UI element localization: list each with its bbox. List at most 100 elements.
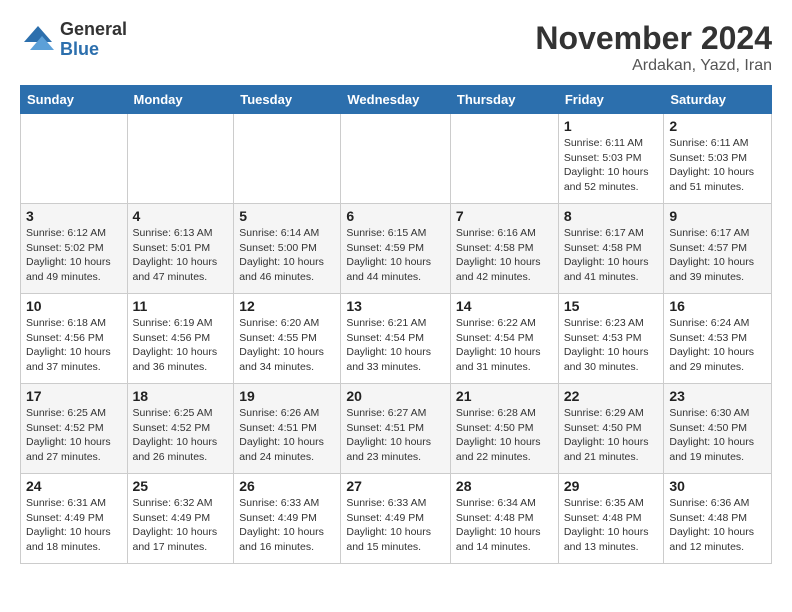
day-number: 14 xyxy=(456,298,553,314)
location: Ardakan, Yazd, Iran xyxy=(535,57,772,75)
calendar-day-cell xyxy=(127,114,234,204)
weekday-header: Sunday xyxy=(21,86,128,114)
calendar-day-cell: 25Sunrise: 6:32 AMSunset: 4:49 PMDayligh… xyxy=(127,474,234,564)
day-number: 30 xyxy=(669,478,766,494)
day-number: 15 xyxy=(564,298,659,314)
logo-blue: Blue xyxy=(60,40,127,60)
day-number: 10 xyxy=(26,298,122,314)
day-info: Sunrise: 6:33 AMSunset: 4:49 PMDaylight:… xyxy=(239,496,335,555)
day-info: Sunrise: 6:36 AMSunset: 4:48 PMDaylight:… xyxy=(669,496,766,555)
day-info: Sunrise: 6:11 AMSunset: 5:03 PMDaylight:… xyxy=(669,136,766,195)
calendar-day-cell: 30 Sunrise: 6:36 AMSunset: 4:48 PMDayligh… xyxy=(664,474,772,564)
day-info: Sunrise: 6:34 AMSunset: 4:48 PMDaylight:… xyxy=(456,496,553,555)
calendar-week-row: 3 Sunrise: 6:12 AMSunset: 5:02 PMDaylight… xyxy=(21,204,772,294)
day-number: 19 xyxy=(239,388,335,404)
day-info: Sunrise: 6:13 AMSunset: 5:01 PMDaylight:… xyxy=(133,226,229,285)
logo: General Blue xyxy=(20,20,127,60)
calendar-day-cell: 2 Sunrise: 6:11 AMSunset: 5:03 PMDaylight… xyxy=(664,114,772,204)
day-info: Sunrise: 6:26 AMSunset: 4:51 PMDaylight:… xyxy=(239,406,335,465)
day-info: Sunrise: 6:11 AMSunset: 5:03 PMDaylight:… xyxy=(564,136,659,195)
calendar-header-row: SundayMondayTuesdayWednesdayThursdayFrid… xyxy=(21,86,772,114)
day-info: Sunrise: 6:14 AMSunset: 5:00 PMDaylight:… xyxy=(239,226,335,285)
day-number: 25 xyxy=(133,478,229,494)
calendar-day-cell: 8 Sunrise: 6:17 AMSunset: 4:58 PMDaylight… xyxy=(558,204,664,294)
day-number: 29 xyxy=(564,478,659,494)
calendar-day-cell xyxy=(21,114,128,204)
calendar-day-cell: 17 Sunrise: 6:25 AMSunset: 4:52 PMDayligh… xyxy=(21,384,128,474)
day-info: Sunrise: 6:16 AMSunset: 4:58 PMDaylight:… xyxy=(456,226,553,285)
day-number: 3 xyxy=(26,208,122,224)
calendar-day-cell: 24Sunrise: 6:31 AMSunset: 4:49 PMDayligh… xyxy=(21,474,128,564)
day-info: Sunrise: 6:18 AMSunset: 4:56 PMDaylight:… xyxy=(26,316,122,375)
day-number: 5 xyxy=(239,208,335,224)
day-number: 7 xyxy=(456,208,553,224)
calendar-day-cell: 22 Sunrise: 6:29 AMSunset: 4:50 PMDayligh… xyxy=(558,384,664,474)
day-number: 28 xyxy=(456,478,553,494)
day-number: 2 xyxy=(669,118,766,134)
calendar-week-row: 17 Sunrise: 6:25 AMSunset: 4:52 PMDayligh… xyxy=(21,384,772,474)
day-number: 22 xyxy=(564,388,659,404)
calendar-day-cell: 19 Sunrise: 6:26 AMSunset: 4:51 PMDayligh… xyxy=(234,384,341,474)
day-number: 21 xyxy=(456,388,553,404)
day-number: 26 xyxy=(239,478,335,494)
weekday-header: Saturday xyxy=(664,86,772,114)
day-info: Sunrise: 6:28 AMSunset: 4:50 PMDaylight:… xyxy=(456,406,553,465)
logo-icon xyxy=(20,22,56,58)
day-number: 18 xyxy=(133,388,229,404)
calendar-day-cell: 6 Sunrise: 6:15 AMSunset: 4:59 PMDaylight… xyxy=(341,204,451,294)
calendar-day-cell: 28 Sunrise: 6:34 AMSunset: 4:48 PMDayligh… xyxy=(450,474,558,564)
calendar-day-cell xyxy=(450,114,558,204)
day-number: 12 xyxy=(239,298,335,314)
weekday-header: Tuesday xyxy=(234,86,341,114)
calendar-day-cell: 12 Sunrise: 6:20 AMSunset: 4:55 PMDayligh… xyxy=(234,294,341,384)
logo-general: General xyxy=(60,20,127,40)
calendar-day-cell xyxy=(341,114,451,204)
day-info: Sunrise: 6:12 AMSunset: 5:02 PMDaylight:… xyxy=(26,226,122,285)
day-info: Sunrise: 6:29 AMSunset: 4:50 PMDaylight:… xyxy=(564,406,659,465)
day-number: 8 xyxy=(564,208,659,224)
day-info: Sunrise: 6:35 AMSunset: 4:48 PMDaylight:… xyxy=(564,496,659,555)
day-info: Sunrise: 6:17 AMSunset: 4:58 PMDaylight:… xyxy=(564,226,659,285)
day-number: 1 xyxy=(564,118,659,134)
calendar-day-cell: 4 Sunrise: 6:13 AMSunset: 5:01 PMDaylight… xyxy=(127,204,234,294)
day-info: Sunrise: 6:15 AMSunset: 4:59 PMDaylight:… xyxy=(346,226,445,285)
day-info: Sunrise: 6:23 AMSunset: 4:53 PMDaylight:… xyxy=(564,316,659,375)
weekday-header: Friday xyxy=(558,86,664,114)
day-info: Sunrise: 6:25 AMSunset: 4:52 PMDaylight:… xyxy=(26,406,122,465)
day-number: 16 xyxy=(669,298,766,314)
calendar-day-cell xyxy=(234,114,341,204)
day-info: Sunrise: 6:19 AMSunset: 4:56 PMDaylight:… xyxy=(133,316,229,375)
calendar-day-cell: 10 Sunrise: 6:18 AMSunset: 4:56 PMDayligh… xyxy=(21,294,128,384)
day-number: 11 xyxy=(133,298,229,314)
month-title: November 2024 xyxy=(535,20,772,57)
day-info: Sunrise: 6:17 AMSunset: 4:57 PMDaylight:… xyxy=(669,226,766,285)
calendar-day-cell: 18Sunrise: 6:25 AMSunset: 4:52 PMDayligh… xyxy=(127,384,234,474)
day-info: Sunrise: 6:27 AMSunset: 4:51 PMDaylight:… xyxy=(346,406,445,465)
calendar-week-row: 1 Sunrise: 6:11 AMSunset: 5:03 PMDaylight… xyxy=(21,114,772,204)
title-block: November 2024 Ardakan, Yazd, Iran xyxy=(535,20,772,75)
day-number: 17 xyxy=(26,388,122,404)
calendar-body: 1 Sunrise: 6:11 AMSunset: 5:03 PMDaylight… xyxy=(21,114,772,564)
calendar-day-cell: 16Sunrise: 6:24 AMSunset: 4:53 PMDayligh… xyxy=(664,294,772,384)
calendar-day-cell: 23Sunrise: 6:30 AMSunset: 4:50 PMDayligh… xyxy=(664,384,772,474)
logo-text: General Blue xyxy=(60,20,127,60)
day-number: 4 xyxy=(133,208,229,224)
calendar-day-cell: 5 Sunrise: 6:14 AMSunset: 5:00 PMDaylight… xyxy=(234,204,341,294)
calendar-day-cell: 27 Sunrise: 6:33 AMSunset: 4:49 PMDayligh… xyxy=(341,474,451,564)
day-info: Sunrise: 6:20 AMSunset: 4:55 PMDaylight:… xyxy=(239,316,335,375)
weekday-header: Wednesday xyxy=(341,86,451,114)
calendar: SundayMondayTuesdayWednesdayThursdayFrid… xyxy=(20,85,772,564)
day-info: Sunrise: 6:22 AMSunset: 4:54 PMDaylight:… xyxy=(456,316,553,375)
day-number: 20 xyxy=(346,388,445,404)
calendar-day-cell: 14 Sunrise: 6:22 AMSunset: 4:54 PMDayligh… xyxy=(450,294,558,384)
day-number: 13 xyxy=(346,298,445,314)
calendar-day-cell: 20 Sunrise: 6:27 AMSunset: 4:51 PMDayligh… xyxy=(341,384,451,474)
calendar-week-row: 24Sunrise: 6:31 AMSunset: 4:49 PMDayligh… xyxy=(21,474,772,564)
day-info: Sunrise: 6:33 AMSunset: 4:49 PMDaylight:… xyxy=(346,496,445,555)
calendar-day-cell: 9 Sunrise: 6:17 AMSunset: 4:57 PMDaylight… xyxy=(664,204,772,294)
weekday-header: Thursday xyxy=(450,86,558,114)
calendar-day-cell: 29 Sunrise: 6:35 AMSunset: 4:48 PMDayligh… xyxy=(558,474,664,564)
day-number: 9 xyxy=(669,208,766,224)
day-number: 6 xyxy=(346,208,445,224)
day-number: 27 xyxy=(346,478,445,494)
